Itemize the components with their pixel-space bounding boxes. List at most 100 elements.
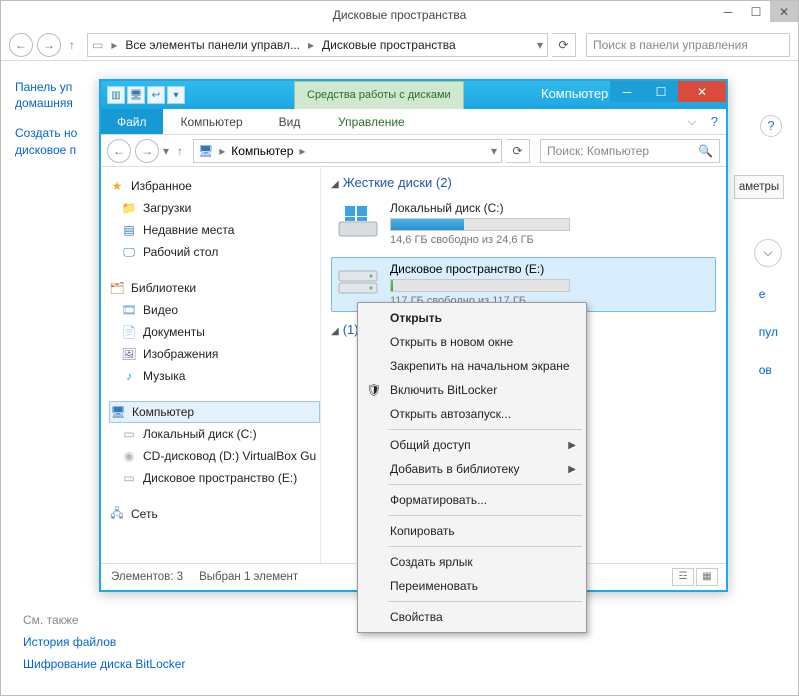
view-tab[interactable]: Вид — [261, 109, 319, 134]
computer-tab[interactable]: Компьютер — [163, 109, 261, 134]
context-menu: Открыть Открыть в новом окне Закрепить н… — [357, 302, 587, 633]
cp-right-links: е пул ов — [759, 287, 778, 401]
status-selection: Выбран 1 элемент — [199, 571, 298, 583]
drive-c[interactable]: Локальный диск (C:) 14,6 ГБ свободно из … — [331, 196, 716, 251]
tree-video[interactable]: 🎞Видео — [109, 299, 320, 321]
breadcrumb-item[interactable]: Дисковые пространства — [322, 38, 456, 52]
back-button[interactable]: ← — [9, 33, 33, 57]
nav-tree: ★Избранное 📁Загрузки ▤Недавние места 🖵Ра… — [101, 167, 321, 563]
music-icon: ♪ — [121, 368, 137, 384]
tree-desktop[interactable]: 🖵Рабочий стол — [109, 241, 320, 263]
menu-properties[interactable]: Свойства — [360, 605, 584, 629]
menu-bitlocker[interactable]: 🛡Включить BitLocker — [360, 378, 584, 402]
up-button[interactable]: ↑ — [69, 38, 75, 52]
qat-computer-icon[interactable]: 🖥 — [127, 86, 145, 104]
menu-rename[interactable]: Переименовать — [360, 574, 584, 598]
details-view-button[interactable]: ☲ — [672, 568, 694, 586]
window-title: Компьютер — [541, 86, 608, 101]
search-input[interactable]: Поиск: Компьютер 🔍 — [540, 139, 720, 163]
tree-documents[interactable]: 📄Документы — [109, 321, 320, 343]
menu-share[interactable]: Общий доступ▶ — [360, 433, 584, 457]
back-button[interactable]: ← — [107, 139, 131, 163]
menu-open-new[interactable]: Открыть в новом окне — [360, 330, 584, 354]
minimize-button[interactable]: ─ — [610, 81, 644, 102]
tree-music[interactable]: ♪Музыка — [109, 365, 320, 387]
menu-autoplay[interactable]: Открыть автозапуск... — [360, 402, 584, 426]
contextual-tab[interactable]: Средства работы с дисками — [294, 81, 464, 109]
file-tab[interactable]: Файл — [101, 109, 163, 134]
address-bar[interactable]: ▭ ▸ Все элементы панели управл... ▸ Диск… — [87, 33, 548, 57]
help-icon[interactable]: ? — [711, 109, 718, 135]
maximize-button[interactable]: ☐ — [644, 81, 678, 102]
forward-button[interactable]: → — [37, 33, 61, 57]
menu-pin[interactable]: Закрепить на начальном экране — [360, 354, 584, 378]
status-items: Элементов: 3 — [111, 571, 183, 583]
refresh-button[interactable]: ⟳ — [506, 139, 530, 163]
file-history-link[interactable]: История файлов — [23, 635, 185, 649]
tree-recent[interactable]: ▤Недавние места — [109, 219, 320, 241]
search-input[interactable]: Поиск в панели управления — [586, 33, 790, 57]
menu-open[interactable]: Открыть — [360, 306, 584, 330]
cp-home-link[interactable]: Панель упдомашняя — [15, 79, 105, 111]
group-hdd[interactable]: ◢Жесткие диски (2) — [331, 175, 716, 190]
menu-copy[interactable]: Копировать — [360, 519, 584, 543]
tree-network[interactable]: 🖧Сеть — [109, 503, 320, 525]
breadcrumb-item[interactable]: Компьютер — [231, 144, 293, 158]
cp-titlebar: Дисковые пространства ─ ☐ ✕ — [1, 1, 798, 29]
minimize-button[interactable]: ─ — [714, 1, 742, 22]
tree-downloads[interactable]: 📁Загрузки — [109, 197, 320, 219]
chevron-right-icon: ▸ — [111, 38, 117, 52]
tree-space-e[interactable]: ▭Дисковое пространство (E:) — [109, 467, 320, 489]
breadcrumb-item[interactable]: Все элементы панели управл... — [125, 38, 300, 52]
collapse-icon: ◢ — [331, 326, 339, 337]
close-button[interactable]: ✕ — [770, 1, 798, 22]
menu-format[interactable]: Форматировать... — [360, 488, 584, 512]
ribbon-tabs: Файл Компьютер Вид Управление ⌵ ? — [101, 109, 726, 135]
forward-button[interactable]: → — [135, 139, 159, 163]
refresh-button[interactable]: ⟳ — [552, 33, 576, 57]
explorer-window-buttons: ─ ☐ ✕ — [610, 81, 726, 102]
address-bar[interactable]: 🖥 ▸ Компьютер ▸ ▾ — [193, 139, 502, 163]
maximize-button[interactable]: ☐ — [742, 1, 770, 22]
expand-button[interactable]: ⌵ — [754, 239, 782, 267]
link-fragment[interactable]: ов — [759, 363, 778, 377]
tree-cd-d[interactable]: ◉CD-дисковод (D:) VirtualBox Gu — [109, 445, 320, 467]
manage-tab[interactable]: Управление — [320, 109, 423, 135]
image-icon: 🖼 — [121, 346, 137, 362]
params-button[interactable]: аметры — [734, 175, 784, 199]
tree-libraries[interactable]: 🗂Библиотеки — [109, 277, 320, 299]
cp-title: Дисковые пространства — [333, 8, 467, 22]
qat-properties-icon[interactable]: ▥ — [107, 86, 125, 104]
recent-dropdown-icon[interactable]: ▾ — [163, 144, 169, 158]
qat-undo-icon[interactable]: ↩ — [147, 86, 165, 104]
link-fragment[interactable]: е — [759, 287, 778, 301]
up-button[interactable]: ↑ — [177, 144, 183, 158]
usage-bar — [390, 218, 570, 231]
see-also-label: См. также — [23, 613, 185, 627]
tree-favorites[interactable]: ★Избранное — [109, 175, 320, 197]
tiles-view-button[interactable]: ▦ — [696, 568, 718, 586]
cp-window-buttons: ─ ☐ ✕ — [714, 1, 798, 22]
close-button[interactable]: ✕ — [678, 81, 726, 102]
usage-bar — [390, 279, 570, 292]
drive-icon — [336, 201, 380, 241]
tree-images[interactable]: 🖼Изображения — [109, 343, 320, 365]
menu-addlib[interactable]: Добавить в библиотеку▶ — [360, 457, 584, 481]
menu-shortcut[interactable]: Создать ярлык — [360, 550, 584, 574]
help-icon[interactable]: ? — [760, 115, 782, 137]
cp-navbar: ← → ↑ ▭ ▸ Все элементы панели управл... … — [1, 29, 798, 61]
tree-computer[interactable]: 🖥Компьютер — [109, 401, 320, 423]
cp-create-link[interactable]: Создать нодисковое п — [15, 125, 105, 157]
computer-icon: 🖥 — [110, 404, 126, 420]
link-fragment[interactable]: пул — [759, 325, 778, 339]
search-icon: 🔍 — [698, 144, 713, 158]
chevron-right-icon: ▸ — [219, 144, 225, 158]
qat-dropdown-icon[interactable]: ▾ — [167, 86, 185, 104]
bitlocker-link[interactable]: Шифрование диска BitLocker — [23, 657, 185, 671]
collapse-ribbon-icon[interactable]: ⌵ — [688, 109, 696, 135]
chevron-down-icon[interactable]: ▾ — [491, 144, 497, 158]
tree-local-c[interactable]: ▭Локальный диск (C:) — [109, 423, 320, 445]
chevron-down-icon[interactable]: ▾ — [537, 38, 543, 52]
drive-icon: ▭ — [92, 38, 103, 52]
chevron-right-icon: ▶ — [568, 464, 576, 475]
